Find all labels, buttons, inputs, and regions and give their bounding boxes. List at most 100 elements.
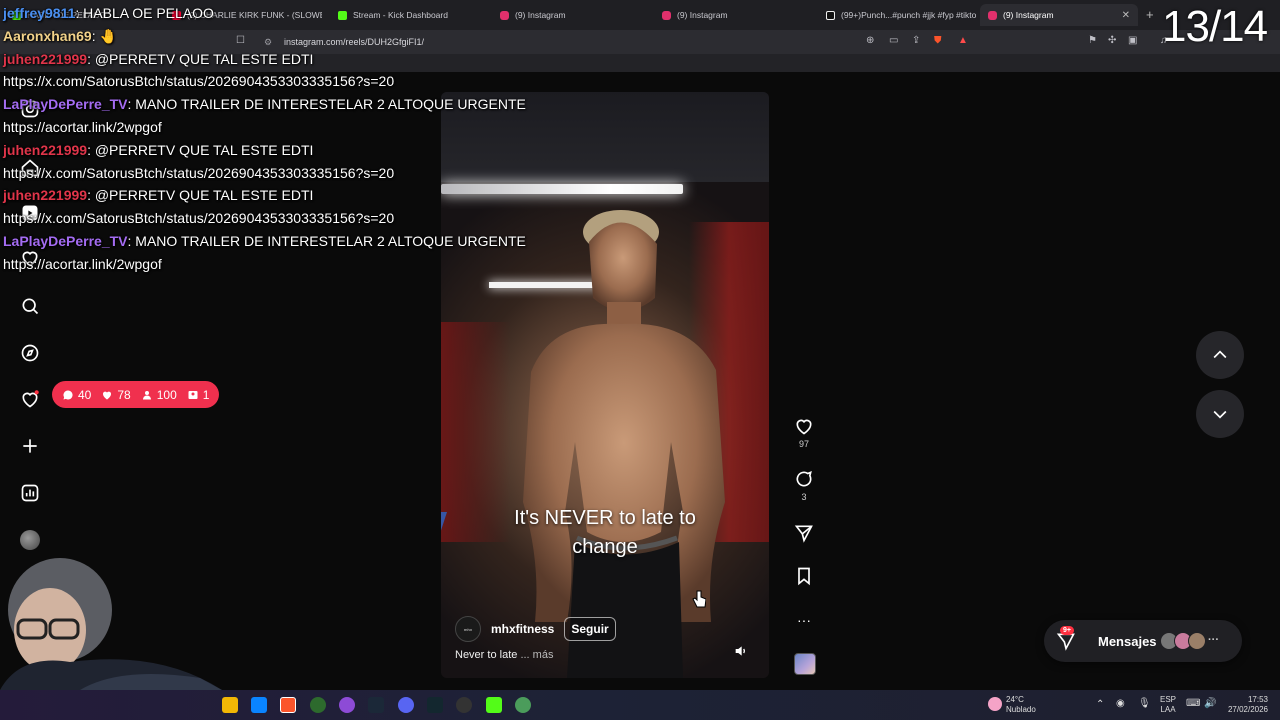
description-text: Never to late [455, 649, 518, 661]
comment-action[interactable]: 3 [790, 469, 818, 502]
comment-icon[interactable] [794, 469, 814, 489]
screen: HABLA OE PELAOO (2) CHARLIE KIRK FUNK - … [0, 0, 1280, 720]
tab-tiktok[interactable]: (99+)Punch...#punch #jjk #fyp #tikto [818, 4, 976, 26]
chat-message: LaPlayDePerre_TV: MANO TRAILER DE INTERE… [3, 230, 563, 253]
likes-stat: 78 [101, 387, 131, 402]
chat-text: : @PERRETV QUE TAL ESTE EDTI [87, 187, 314, 204]
chat-username: Aaronxhan69 [3, 27, 92, 44]
explore-icon[interactable] [18, 341, 42, 365]
app-icon[interactable] [310, 697, 326, 713]
edge-icon[interactable] [251, 697, 267, 713]
network-icon[interactable]: ⌨ [1186, 699, 1200, 709]
messages-button[interactable]: 9+ Mensajes ··· [1044, 620, 1242, 662]
chat-message: https://x.com/SatorusBtch/status/2026904… [3, 162, 563, 185]
chevron-up-tray-icon[interactable]: ⌃ [1096, 700, 1104, 710]
weather-temp: 24°C [1006, 695, 1024, 704]
chat-count: 40 [78, 387, 92, 402]
puzzle-icon[interactable]: ✣ [1108, 35, 1116, 46]
obs-icon[interactable] [456, 697, 472, 713]
author-avatar-text: mhx [463, 626, 473, 632]
zoom-icon[interactable]: ⊕ [866, 35, 874, 46]
language-indicator[interactable]: ESP LAA [1160, 695, 1176, 715]
instagram-icon [988, 10, 997, 20]
steam-icon[interactable] [368, 697, 384, 713]
kick-icon[interactable] [486, 697, 502, 713]
language-code: ESP [1160, 695, 1177, 704]
chat-stat: 40 [62, 388, 91, 402]
heart-fill-icon [103, 391, 112, 399]
volume-icon[interactable] [733, 643, 749, 659]
chat-message: https://x.com/SatorusBtch/status/2026904… [3, 207, 563, 230]
sidebar-icon[interactable]: ▣ [1128, 35, 1137, 46]
author-avatar[interactable]: mhx [455, 616, 481, 642]
likes-count: 78 [117, 387, 131, 402]
brave-rewards-icon[interactable]: ▲ [958, 35, 968, 46]
create-plus-icon[interactable] [18, 434, 42, 458]
chat-text: : MANO TRAILER DE INTERESTELAR 2 ALTOQUE… [127, 232, 526, 249]
comment-count: 3 [801, 492, 807, 502]
weather-icon [988, 697, 1002, 711]
person-icon [142, 390, 151, 399]
follow-button[interactable]: Seguir [564, 617, 616, 641]
send-icon[interactable] [794, 523, 814, 543]
screenshot-icon[interactable]: ▭ [889, 35, 898, 46]
tab-instagram-2[interactable]: (9) Instagram [654, 4, 814, 26]
author-username[interactable]: mhxfitness [491, 622, 554, 636]
search-icon[interactable] [18, 294, 42, 318]
chevron-down-icon [1213, 410, 1227, 419]
chat-text: https://x.com/SatorusBtch/status/2026904… [3, 164, 395, 181]
chat-text: https://x.com/SatorusBtch/status/2026904… [3, 73, 395, 90]
messages-badge: 9+ [1060, 626, 1074, 635]
save-action[interactable] [790, 566, 818, 589]
like-action[interactable]: 97 [790, 416, 818, 449]
reel-counter: 13/14 [1162, 2, 1268, 51]
more-avatars-icon: ··· [1208, 634, 1219, 646]
previous-reel-button[interactable] [1196, 331, 1244, 379]
dashboard-icon[interactable] [18, 481, 42, 505]
hand-cursor-icon [692, 590, 706, 608]
windows-taskbar [0, 690, 1280, 720]
chat-username: juhen221999 [3, 141, 88, 158]
share-icon[interactable]: ⇪ [912, 35, 920, 46]
heart-icon[interactable] [794, 416, 814, 436]
more-options-icon[interactable]: ··· [790, 612, 818, 628]
brave-shield-icon[interactable]: ⛊ [934, 35, 942, 46]
tab-instagram-active[interactable]: (9) Instagram ✕ [980, 4, 1138, 26]
next-reel-button[interactable] [1196, 390, 1244, 438]
chevron-up-icon [1213, 350, 1227, 359]
microphone-icon[interactable]: 🎙 [1138, 699, 1151, 709]
weather-desc: Nublado [1006, 705, 1036, 714]
clock-date: 27/02/2026 [1227, 705, 1268, 714]
more-link[interactable]: ... más [520, 649, 553, 661]
chat-message: Aaronxhan69: 🤚 [3, 25, 563, 48]
profile-avatar[interactable] [18, 528, 42, 552]
tab-title: (9) Instagram [1003, 10, 1054, 20]
chat-text: : HABLA OE PELAOO [75, 5, 214, 21]
chat-username: juhen221999 [3, 50, 88, 67]
volume-tray-icon[interactable]: 🔊 [1204, 699, 1216, 709]
keyboard-layout: LAA [1160, 705, 1176, 714]
brave-icon[interactable] [280, 697, 296, 713]
app-icon[interactable] [427, 697, 443, 713]
weather-widget[interactable]: 24°C Nublado [1006, 695, 1036, 715]
contact-card-icon [188, 390, 198, 399]
new-tab-button[interactable]: + [1146, 7, 1154, 22]
app-icon[interactable] [515, 697, 531, 713]
app-icon[interactable] [339, 697, 355, 713]
chat-text: : @PERRETV QUE TAL ESTE EDTI [87, 141, 314, 158]
audio-thumbnail[interactable] [794, 653, 816, 675]
discord-icon[interactable] [398, 697, 414, 713]
file-explorer-icon[interactable] [222, 697, 238, 713]
close-tab-icon[interactable]: ✕ [1122, 10, 1130, 21]
video-caption: It's NEVER to late to change [441, 504, 769, 562]
clock[interactable]: 17:53 27/02/2026 [1222, 695, 1268, 715]
chat-message: https://acortar.link/2wpgof [3, 116, 563, 139]
chat-message: jeffrey9811: HABLA OE PELAOO [3, 2, 563, 25]
clock-time: 17:53 [1247, 695, 1268, 704]
tray-app-icon[interactable]: ◉ [1116, 699, 1125, 709]
bookmark-save-icon[interactable] [794, 566, 814, 586]
extension-icon[interactable]: ⚑ [1088, 35, 1097, 46]
like-count: 97 [798, 439, 809, 449]
share-action[interactable] [790, 523, 818, 546]
activity-heart-icon[interactable] [18, 387, 42, 411]
